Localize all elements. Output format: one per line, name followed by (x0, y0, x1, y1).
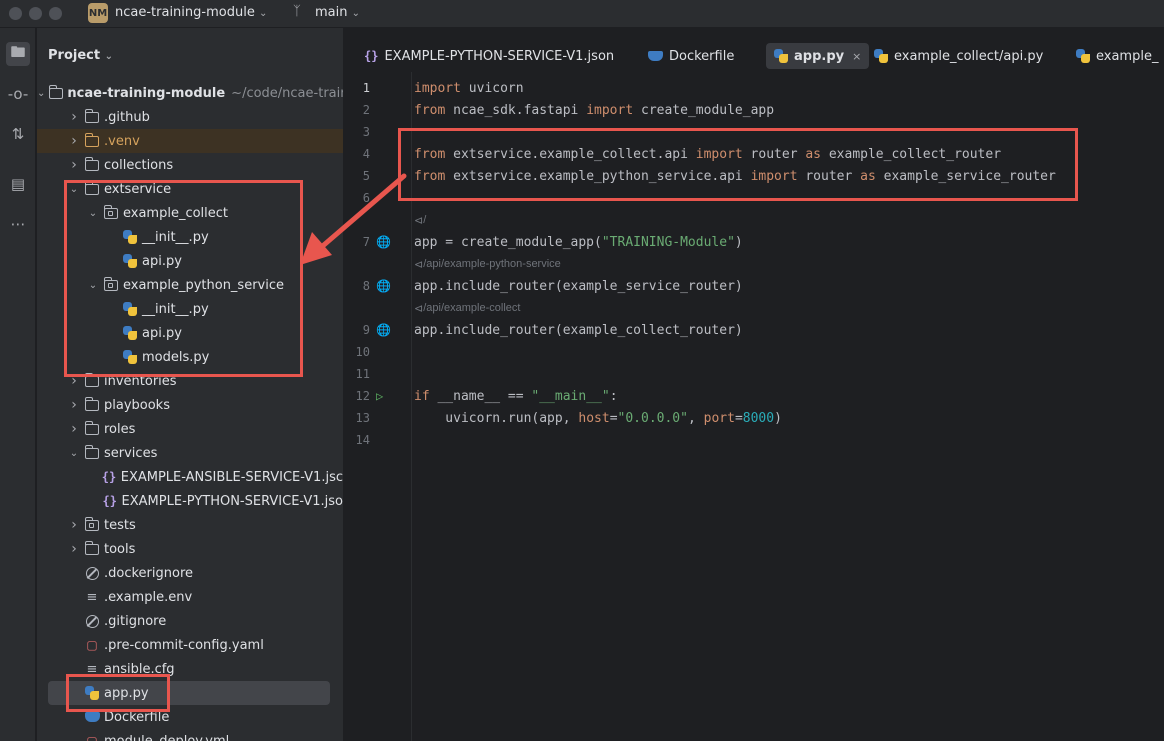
annotation-arrow (300, 173, 407, 265)
